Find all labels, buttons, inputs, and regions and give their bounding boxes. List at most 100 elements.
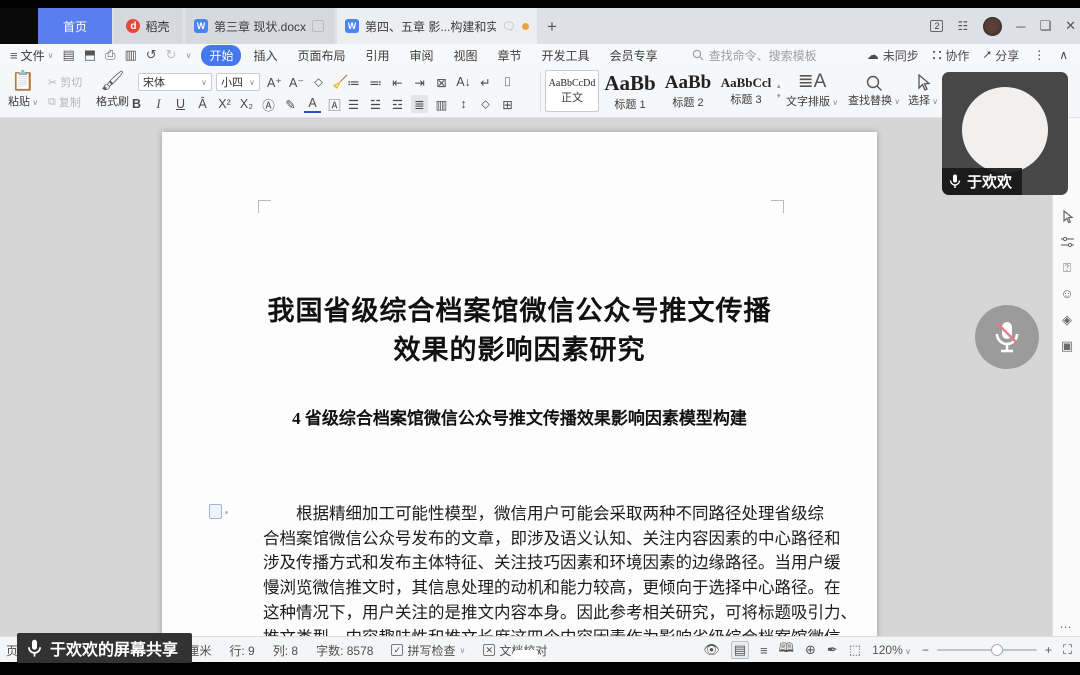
font-size-select[interactable]: 小四 ∨ [216, 73, 260, 91]
cut-button[interactable]: ✂ 剪切 [48, 74, 82, 90]
print-icon[interactable]: ⎙ [105, 47, 115, 63]
font-name-select[interactable]: 宋体 ∨ [138, 73, 212, 91]
command-search[interactable]: 查找命令、搜索模板 [692, 47, 817, 64]
clear-format-icon[interactable]: ⬦ [310, 73, 327, 91]
ribbon-tab-insert[interactable]: 插入 [245, 45, 285, 66]
share-button[interactable]: ⭧ 分享 [983, 47, 1019, 64]
annotate-pen-icon[interactable]: ✒ [827, 642, 838, 658]
ribbon-tab-member[interactable]: 会员专享 [602, 45, 666, 66]
numbered-list-icon[interactable]: ≕ [367, 73, 384, 91]
tab-close-icon[interactable] [312, 20, 324, 32]
italic-button[interactable]: I [150, 95, 167, 113]
spellcheck-toggle[interactable]: ✓ 拼写检查 ∨ [391, 642, 465, 659]
select-button[interactable]: 选择 ∨ [908, 71, 938, 108]
document-tab-1[interactable]: W 第三章 现状.docx [186, 8, 334, 44]
copy-button[interactable]: ⧉ 复制 [48, 94, 82, 110]
paragraph-hint-icon[interactable] [209, 504, 222, 519]
export-icon[interactable]: ⬒ [84, 47, 96, 63]
adjust-sliders-icon[interactable] [1053, 236, 1080, 248]
fullscreen-icon[interactable]: ⛶ [1063, 642, 1072, 658]
show-marks-icon[interactable]: ↵ [477, 73, 494, 91]
increase-indent-icon[interactable]: ⇥ [411, 73, 428, 91]
mic-mute-button[interactable] [975, 305, 1039, 369]
zoom-in-icon[interactable]: + [1045, 643, 1052, 657]
decrease-indent-icon[interactable]: ⇤ [389, 73, 406, 91]
character-scale-icon[interactable]: Â [194, 95, 211, 113]
distribute-icon[interactable]: ▥ [433, 95, 450, 113]
sync-status[interactable]: ☁ 未同步 [867, 47, 919, 64]
tab-home[interactable]: 首页 [38, 8, 112, 44]
ribbon-tab-references[interactable]: 引用 [357, 45, 397, 66]
decrease-font-icon[interactable]: A⁻ [288, 73, 305, 91]
scroll-up-icon[interactable]: ▴ [777, 82, 781, 90]
highlight-color-icon[interactable]: ✎ [282, 95, 299, 113]
borders-icon[interactable]: ⊞ [499, 95, 516, 113]
save-icon[interactable]: ▤ [62, 47, 74, 63]
style-normal[interactable]: AaBbCcDd 正文 [545, 70, 599, 112]
collapse-ribbon-icon[interactable]: ∧ [1059, 48, 1068, 62]
style-heading2[interactable]: AaBb 标题 2 [661, 70, 715, 112]
font-color-button[interactable]: A [304, 95, 321, 113]
badge-icon[interactable]: ◈ [1053, 312, 1080, 328]
screen-capture-icon[interactable]: ▣ [1053, 338, 1080, 354]
screen-share-banner[interactable]: 于欢欢的屏幕共享 [17, 633, 192, 663]
print-preview-icon[interactable]: ▥ [124, 47, 136, 63]
rail-more-icon[interactable]: ⋯ [1052, 620, 1080, 634]
align-left-icon[interactable]: ☰ [345, 95, 362, 113]
ribbon-tab-devtools[interactable]: 开发工具 [534, 45, 598, 66]
increase-font-icon[interactable]: A⁺ [266, 73, 283, 91]
outline-view-icon[interactable]: ≡ [760, 643, 768, 658]
window-switch-icon[interactable]: 2 [930, 20, 943, 32]
ribbon-tab-home[interactable]: 开始 [201, 45, 241, 66]
page-view-icon[interactable]: ▤ [731, 641, 749, 659]
restore-button[interactable]: ❏ [1039, 18, 1051, 34]
ribbon-tab-section[interactable]: 章节 [490, 45, 530, 66]
account-avatar[interactable] [983, 17, 1002, 36]
zoom-slider[interactable]: − + [922, 643, 1052, 657]
collaborate-button[interactable]: ⛚ 协作 [933, 47, 970, 64]
undo-icon[interactable]: ↺ [146, 47, 157, 63]
align-right-icon[interactable]: ☲ [389, 95, 406, 113]
new-tab-button[interactable]: + [541, 16, 563, 38]
scroll-down-icon[interactable]: ▾ [777, 92, 781, 100]
close-button[interactable]: ✕ [1065, 18, 1076, 34]
zoom-track[interactable] [937, 649, 1037, 651]
style-heading3[interactable]: AaBbCcl 标题 3 [719, 70, 773, 112]
paste-button[interactable]: 📋 粘贴 ∨ [8, 71, 38, 109]
style-heading1[interactable]: AaBb 标题 1 [603, 70, 657, 112]
find-replace-button[interactable]: 查找替换 ∨ [848, 71, 900, 108]
text-frame-icon[interactable]: ⌷ [499, 73, 516, 91]
bullet-list-icon[interactable]: ≔ [345, 73, 362, 91]
more-menu-icon[interactable]: ⋮ [1033, 48, 1045, 62]
more-history-chevron-icon[interactable]: ∨ [186, 51, 192, 60]
tab-docer[interactable]: d 稻壳 [114, 8, 182, 44]
zoom-value[interactable]: 120% ∨ [872, 643, 911, 657]
apps-grid-icon[interactable]: ☷ [957, 19, 969, 33]
pointer-tool-icon[interactable] [1053, 210, 1080, 224]
drag-handle[interactable] [513, 650, 538, 659]
fit-page-icon[interactable]: ⬚ [849, 642, 861, 658]
redo-icon[interactable]: ↻ [166, 47, 177, 63]
minimize-button[interactable]: ─ [1016, 19, 1025, 34]
text-layout-button[interactable]: ≣A 文字排版 ∨ [786, 71, 838, 109]
format-painter-button[interactable]: 🖌 格式刷 [96, 71, 129, 109]
char-border-icon[interactable]: 🄰 [326, 95, 343, 113]
justify-icon[interactable]: ≣ [411, 95, 428, 113]
superscript-button[interactable]: X² [216, 95, 233, 113]
webcam-overlay[interactable]: 于欢欢 [942, 72, 1068, 195]
enclosed-char-icon[interactable]: Ⓐ [260, 95, 277, 113]
underline-button[interactable]: U [172, 95, 189, 113]
bold-button[interactable]: B [128, 95, 145, 113]
zoom-out-icon[interactable]: − [922, 643, 929, 657]
help-icon[interactable]: ⍰ [1053, 260, 1080, 276]
line-spacing-icon[interactable]: ↕︎ [455, 95, 472, 113]
word-count[interactable]: 字数: 8578 [316, 642, 373, 659]
shading-icon[interactable]: ⬦ [477, 95, 494, 113]
style-gallery-scroll[interactable]: ▴ ▾ [777, 82, 781, 100]
web-layout-icon[interactable]: ⊕ [805, 642, 816, 658]
ribbon-tab-page-layout[interactable]: 页面布局 [289, 45, 353, 66]
subscript-button[interactable]: X₂ [238, 95, 255, 113]
zoom-thumb[interactable] [991, 644, 1003, 656]
eye-protect-icon[interactable]: 👁 [703, 642, 720, 658]
file-menu[interactable]: ≡ 文件 ∨ [10, 47, 53, 64]
